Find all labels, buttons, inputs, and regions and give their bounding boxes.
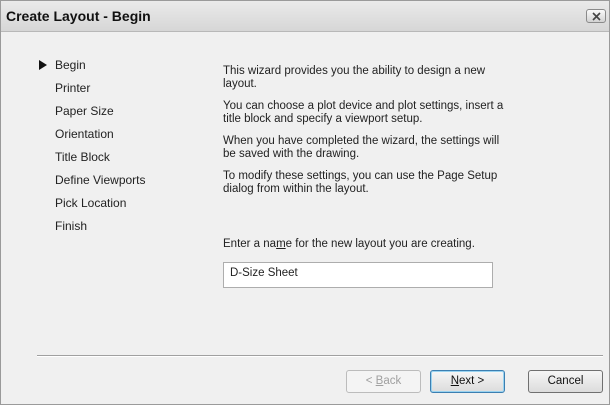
step-paper-size: Paper Size xyxy=(39,104,146,127)
step-label: Define Viewports xyxy=(55,173,146,187)
cancel-button[interactable]: Cancel xyxy=(528,370,603,393)
layout-name-input[interactable]: D-Size Sheet xyxy=(223,262,493,288)
description-paragraph: This wizard provides you the ability to … xyxy=(223,65,486,90)
step-label: Title Block xyxy=(55,150,110,164)
step-title-block: Title Block xyxy=(39,150,146,173)
dialog-title: Create Layout - Begin xyxy=(6,8,151,24)
button-text: ack xyxy=(383,375,402,387)
step-begin: Begin xyxy=(39,58,146,81)
step-label: Begin xyxy=(55,58,86,72)
step-orientation: Orientation xyxy=(39,127,146,150)
button-text: ext > xyxy=(459,375,485,387)
current-step-arrow-icon xyxy=(39,60,47,70)
step-printer: Printer xyxy=(39,81,146,104)
label-text: Enter a na xyxy=(223,238,277,250)
wizard-steps: Begin Printer Paper Size Orientation Tit… xyxy=(39,58,146,242)
step-label: Pick Location xyxy=(55,196,127,210)
description-paragraph: When you have completed the wizard, the … xyxy=(223,135,500,160)
step-finish: Finish xyxy=(39,219,146,242)
label-accelerator: m xyxy=(276,238,286,250)
step-define-viewports: Define Viewports xyxy=(39,173,146,196)
layout-name-label: Enter a name for the new layout you are … xyxy=(223,238,475,250)
close-button[interactable] xyxy=(586,9,606,23)
step-pick-location: Pick Location xyxy=(39,196,146,219)
wizard-description: This wizard provides you the ability to … xyxy=(223,65,513,205)
label-text: e for the new layout you are creating. xyxy=(285,238,475,250)
separator xyxy=(37,355,603,357)
description-paragraph: To modify these settings, you can use th… xyxy=(223,170,498,195)
step-label: Printer xyxy=(55,81,91,95)
step-label: Finish xyxy=(55,219,88,233)
next-button[interactable]: Next > xyxy=(430,370,505,393)
button-text: < xyxy=(365,375,376,387)
step-label: Orientation xyxy=(55,127,114,141)
create-layout-dialog: Create Layout - Begin Begin Printer Pape… xyxy=(0,0,610,405)
close-icon xyxy=(592,12,601,21)
back-button[interactable]: < Back xyxy=(346,370,421,393)
button-accelerator: N xyxy=(450,375,460,387)
step-label: Paper Size xyxy=(55,104,114,118)
title-bar[interactable]: Create Layout - Begin xyxy=(1,1,609,32)
description-paragraph: You can choose a plot device and plot se… xyxy=(223,100,504,125)
